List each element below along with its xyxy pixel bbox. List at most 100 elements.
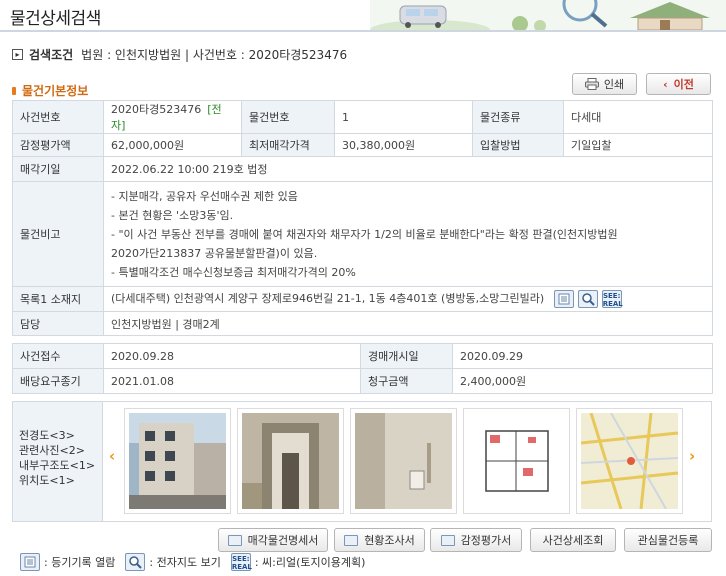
- bid-method-value: 기일입찰: [563, 133, 713, 157]
- case-detail-button[interactable]: 사건상세조회: [530, 528, 616, 552]
- header-illustration: [370, 0, 726, 30]
- appraisal-report-label: 감정평가서: [460, 534, 512, 547]
- received-value: 2020.09.28: [103, 343, 361, 369]
- manager-value: 인천지방법원 | 경매2계: [103, 311, 713, 336]
- chevron-left-icon[interactable]: ‹: [109, 447, 115, 465]
- page-header: 물건상세검색: [0, 0, 726, 32]
- address-label: 목록1 소재지: [12, 286, 104, 312]
- photo-categories: 전경도<3> 관련사진<2> 내부구조도<1> 위치도<1>: [13, 402, 103, 521]
- note-line: 2020가단213837 공유물분할판결)이 있음.: [111, 246, 318, 260]
- page-title: 물건상세검색: [10, 9, 101, 29]
- map-search-icon: [125, 553, 146, 571]
- notes-label: 물건비고: [12, 181, 104, 287]
- registry-view-icon[interactable]: [553, 290, 574, 308]
- status-report-button[interactable]: 현황조사서: [334, 528, 425, 552]
- header-divider: [0, 30, 726, 32]
- search-condition: ▸ 검색조건 법원 : 인천지방법원 | 사건번호 : 2020타경523476: [12, 46, 347, 63]
- item-type-label: 물건종류: [472, 100, 564, 134]
- note-line: - 특별매각조건 매수신청보증금 최저매각가격의 20%: [111, 265, 356, 279]
- seereal-icon[interactable]: SEE: REAL: [601, 290, 623, 308]
- dates-table: 사건접수 2020.09.28 경매개시일 2020.09.29 배당요구종기 …: [12, 343, 713, 394]
- basic-info-table: 사건번호 2020타경523476 [전자] 물건번호 1 물건종류 다세대 감정…: [12, 100, 713, 336]
- appraisal-report-button[interactable]: 감정평가서: [430, 528, 522, 552]
- case-detail-label: 사건상세조회: [542, 534, 604, 547]
- arrow-box-icon: ▸: [12, 49, 23, 60]
- table-row: 감정평가액 62,000,000원 최저매각가격 30,380,000원 입찰방…: [12, 133, 713, 157]
- case-no-value: 2020타경523476: [111, 103, 202, 116]
- min-price-label: 최저매각가격: [241, 133, 335, 157]
- add-favorite-label: 관심물건등록: [637, 534, 699, 547]
- photo-thumbnail[interactable]: [350, 408, 457, 514]
- address-value: (다세대주택) 인천광역시 계양구 장제로946번길 21-1, 1동 4층40…: [111, 292, 545, 305]
- floor-plan-icon: [468, 413, 565, 509]
- document-icon: [440, 534, 455, 546]
- bid-method-label: 입찰방법: [472, 133, 564, 157]
- address-cell: (다세대주택) 인천광역시 계양구 장제로946번길 21-1, 1동 4층40…: [103, 286, 713, 312]
- seereal-text-bottom: REAL: [231, 563, 252, 571]
- photo-category-link[interactable]: 전경도<3>: [19, 428, 102, 443]
- table-row: 담당 인천지방법원 | 경매2계: [12, 311, 713, 336]
- legend-registry-text: : 등기기록 열람: [44, 556, 116, 569]
- registry-view-icon: [20, 553, 40, 571]
- item-no-label: 물건번호: [241, 100, 335, 134]
- status-report-label: 현황조사서: [364, 534, 415, 547]
- sale-date-value: 2022.06.22 10:00 219호 법정: [103, 156, 713, 182]
- sale-statement-button[interactable]: 매각물건명세서: [218, 528, 328, 552]
- photo-thumbnail[interactable]: [237, 408, 344, 514]
- photo-thumbnail[interactable]: [463, 408, 570, 514]
- deadline-value: 2021.01.08: [103, 368, 361, 394]
- printer-icon: [584, 78, 599, 90]
- note-line: - "이 사건 부동산 전부를 경매에 붙여 채권자와 채무자가 1/2의 비율…: [111, 227, 618, 241]
- search-condition-text: 법원 : 인천지방법원 | 사건번호 : 2020타경523476: [81, 48, 348, 62]
- item-type-value: 다세대: [563, 100, 713, 134]
- location-map-icon: [581, 413, 678, 509]
- manager-label: 담당: [12, 311, 104, 336]
- table-row: 목록1 소재지 (다세대주택) 인천광역시 계양구 장제로946번길 21-1,…: [12, 286, 713, 312]
- print-button[interactable]: 인쇄: [572, 73, 637, 95]
- photo-category-link[interactable]: 위치도<1>: [19, 473, 102, 488]
- notes-cell: - 지분매각, 공유자 우선매수권 제한 있음 - 본건 현황은 '소망3동'임…: [103, 181, 713, 287]
- entrance-photo-icon: [242, 413, 339, 509]
- legend-map-text: : 전자지도 보기: [149, 556, 221, 569]
- chevron-left-icon: ‹: [663, 77, 668, 91]
- search-condition-label: 검색조건: [29, 48, 74, 62]
- sale-date-label: 매각기일: [12, 156, 104, 182]
- map-search-icon[interactable]: [577, 290, 598, 308]
- document-icon: [227, 534, 242, 546]
- start-label: 경매개시일: [360, 343, 453, 369]
- received-label: 사건접수: [12, 343, 104, 369]
- building-photo-icon: [129, 413, 226, 509]
- legend-seereal-text: : 씨:리얼(토지이용계획): [254, 556, 366, 569]
- photo-thumbnail[interactable]: [576, 408, 683, 514]
- seereal-text-top: SEE:: [602, 292, 621, 300]
- chevron-right-icon[interactable]: ›: [689, 447, 695, 465]
- table-row: 매각기일 2022.06.22 10:00 219호 법정: [12, 156, 713, 182]
- sale-statement-label: 매각물건명세서: [247, 534, 319, 547]
- icon-legend: : 등기기록 열람 : 전자지도 보기 SEE: REAL : 씨:리얼(토지이용…: [20, 553, 375, 571]
- table-row: 물건비고 - 지분매각, 공유자 우선매수권 제한 있음 - 본건 현황은 '소…: [12, 181, 713, 287]
- claim-value: 2,400,000원: [452, 368, 713, 394]
- photo-category-link[interactable]: 관련사진<2>: [19, 443, 102, 458]
- min-price-value: 30,380,000원: [334, 133, 473, 157]
- photo-gallery: 전경도<3> 관련사진<2> 내부구조도<1> 위치도<1> ‹ ›: [12, 401, 712, 522]
- photo-category-link[interactable]: 내부구조도<1>: [19, 458, 102, 473]
- add-favorite-button[interactable]: 관심물건등록: [624, 528, 712, 552]
- start-value: 2020.09.29: [452, 343, 713, 369]
- prev-label: 이전: [673, 78, 694, 91]
- document-icon: [344, 534, 359, 546]
- photo-thumbnail[interactable]: [124, 408, 231, 514]
- seereal-text-bottom: REAL: [602, 300, 623, 308]
- table-row: 배당요구종기 2021.01.08 청구금액 2,400,000원: [12, 368, 713, 394]
- note-line: - 본건 현황은 '소망3동'임.: [111, 208, 234, 222]
- appraisal-value: 62,000,000원: [103, 133, 242, 157]
- prev-button[interactable]: ‹ 이전: [646, 73, 711, 95]
- seereal-icon: SEE: REAL: [230, 553, 252, 571]
- case-no-cell: 2020타경523476 [전자]: [103, 100, 242, 134]
- section-title: 물건기본정보: [12, 82, 88, 99]
- bullet-icon: [12, 86, 16, 95]
- print-label: 인쇄: [603, 78, 625, 91]
- item-no-value: 1: [334, 100, 473, 134]
- table-row: 사건번호 2020타경523476 [전자] 물건번호 1 물건종류 다세대: [12, 100, 713, 134]
- section-title-text: 물건기본정보: [22, 84, 89, 98]
- table-row: 사건접수 2020.09.28 경매개시일 2020.09.29: [12, 343, 713, 369]
